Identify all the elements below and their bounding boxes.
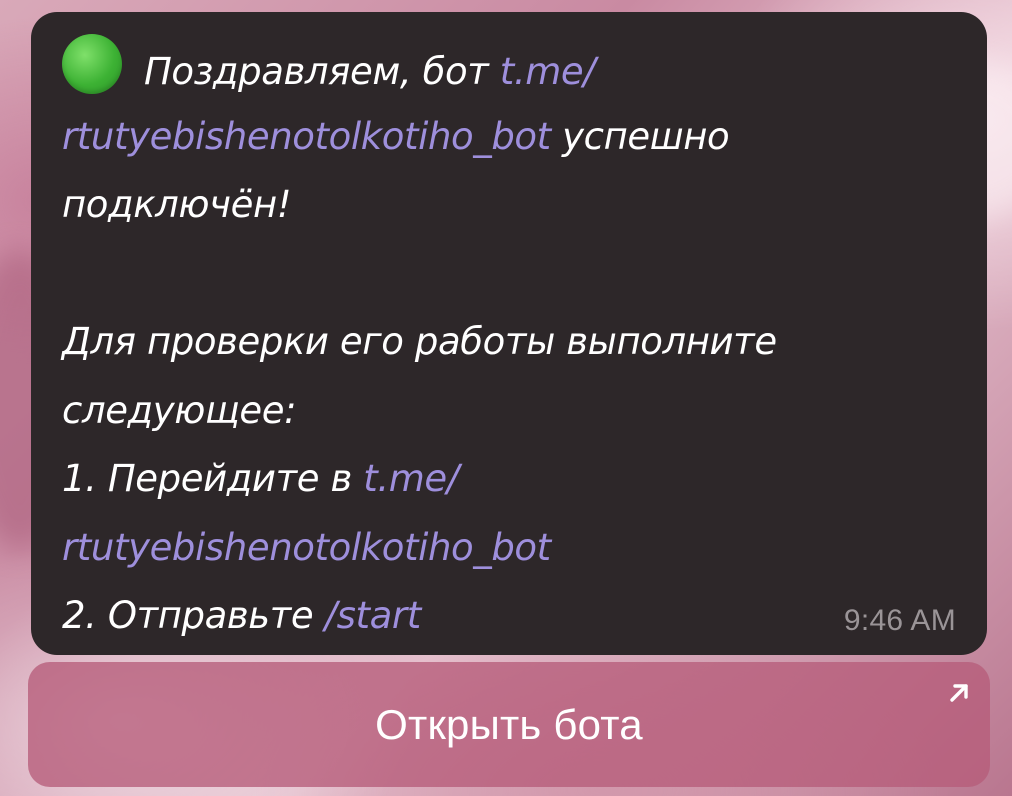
bot-link-continued[interactable]: rtutyebishenotolkotiho_bot [62,115,551,158]
step-1-link-continued[interactable]: rtutyebishenotolkotiho_bot [62,526,551,569]
start-command-link[interactable]: /start [325,594,422,637]
message-line-2: rtutyebishenotolkotiho_bot успешно [62,114,730,158]
bot-link[interactable]: t.me/ [500,50,596,93]
message-text: Поздравляем, бот t.me/ rtutyebishenotolk… [62,34,957,651]
open-bot-button-label: Открыть бота [375,700,643,748]
message-line-1: Поздравляем, бот t.me/ [62,34,957,103]
message-bubble: Поздравляем, бот t.me/ rtutyebishenotolk… [31,12,987,655]
arrow-up-right-icon [950,684,968,702]
step-1: 1. Перейдите в t.me/ [62,457,459,500]
message-line-5: следующее: [62,388,297,432]
message-timestamp: 9:46 AM [843,604,956,637]
open-bot-button[interactable]: Открыть бота [28,662,990,787]
message-line-3: подключён! [62,183,292,226]
green-circle-icon [62,34,122,94]
step-1-continued: rtutyebishenotolkotiho_bot [62,514,957,583]
step-1-link[interactable]: t.me/ [363,457,459,500]
message-line-4: Для проверки его работы выполните [62,320,777,363]
step-2: 2. Отправьте /start [62,594,422,637]
